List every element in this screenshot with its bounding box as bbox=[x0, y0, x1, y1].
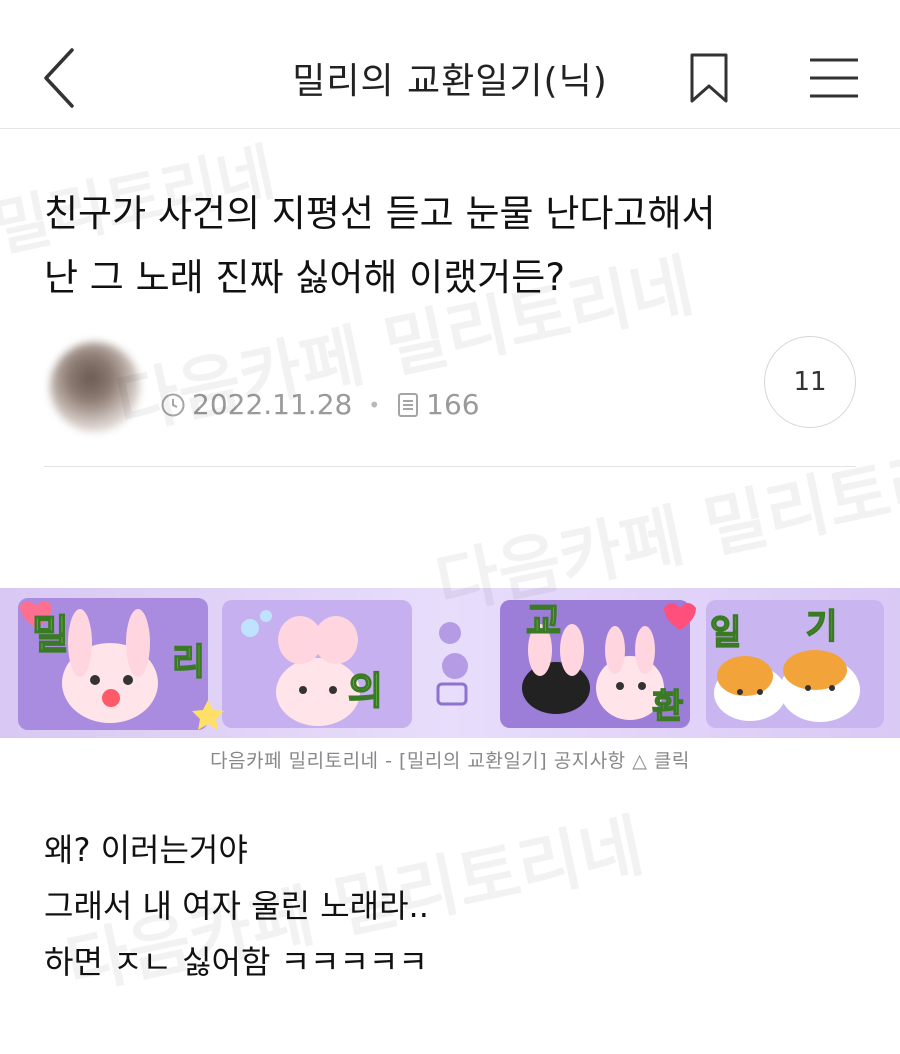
post-date: 2022.11.28 bbox=[192, 388, 353, 421]
post-title: 친구가 사건의 지평선 듣고 눈물 난다고해서 난 그 노래 진짜 싫어해 이랬… bbox=[44, 182, 844, 310]
view-count: 166 bbox=[426, 388, 480, 421]
banner-caption[interactable]: 다음카페 밀리토리네 - [밀리의 교환일기] 공지사항 △ 클릭 bbox=[0, 746, 900, 773]
body-line: 왜? 이러는거야 bbox=[44, 831, 248, 869]
document-icon bbox=[398, 392, 419, 417]
body-line: 그래서 내 여자 울린 노래라.. bbox=[44, 887, 429, 925]
banner-letter: 교 bbox=[526, 599, 561, 643]
post-title-line: 난 그 노래 진짜 싫어해 이랬거든? bbox=[44, 256, 565, 299]
banner-letter: 리 bbox=[172, 642, 205, 683]
banner-letter: 환 bbox=[652, 687, 683, 727]
hamburger-menu-icon bbox=[810, 58, 858, 98]
bookmark-icon bbox=[690, 53, 728, 103]
clock-icon bbox=[161, 393, 185, 416]
cafe-notice-banner[interactable]: 밀 리 의 교 환 일 기 bbox=[0, 588, 900, 738]
avatar[interactable] bbox=[50, 342, 140, 432]
banner-letter: 의 bbox=[348, 669, 383, 713]
post-body: 왜? 이러는거야 그래서 내 여자 울린 노래라.. 하면 ㅈㄴ 싫어함 ㅋㅋㅋ… bbox=[44, 822, 429, 990]
banner-letter: 일 bbox=[710, 613, 741, 653]
top-app-bar: 밀리의 교환일기(닉) bbox=[0, 0, 900, 129]
banner-letter: 기 bbox=[806, 607, 837, 647]
post-title-line: 친구가 사건의 지평선 듣고 눈물 난다고해서 bbox=[44, 192, 716, 235]
banner-letter: 밀 bbox=[32, 612, 69, 658]
body-line: 하면 ㅈㄴ 싫어함 ㅋㅋㅋㅋㅋ bbox=[44, 943, 428, 981]
post-meta: 2022.11.28 • 166 bbox=[160, 388, 480, 421]
divider bbox=[44, 466, 856, 467]
comment-count-button[interactable]: 11 bbox=[764, 336, 856, 428]
menu-button[interactable] bbox=[806, 54, 862, 102]
bookmark-button[interactable] bbox=[686, 52, 732, 104]
comment-count: 11 bbox=[793, 367, 827, 397]
separator-dot: • bbox=[368, 392, 381, 417]
banner-illustration: 밀 리 의 교 환 일 기 bbox=[18, 598, 884, 730]
page-title: 밀리의 교환일기(닉) bbox=[292, 61, 608, 102]
